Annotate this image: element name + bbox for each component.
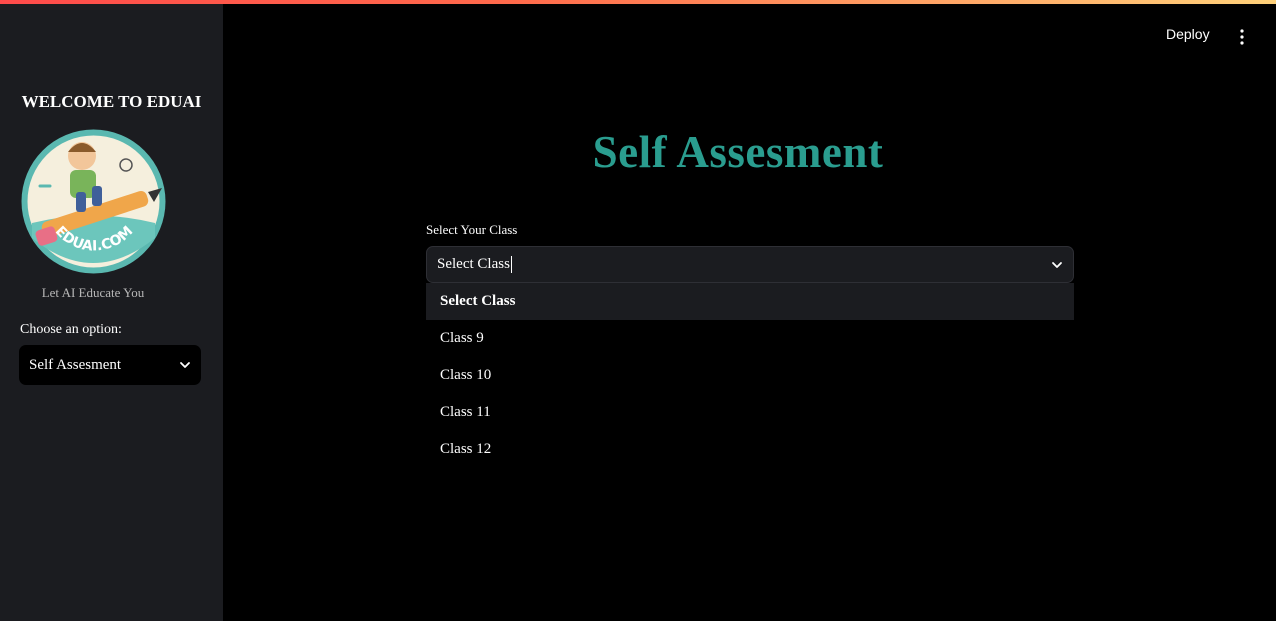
class-select-value: Select Class (437, 255, 510, 272)
class-option[interactable]: Class 12 (426, 431, 1074, 468)
sidebar-title: WELCOME TO EDUAI (21, 92, 202, 111)
kebab-menu-icon[interactable] (1234, 27, 1250, 47)
chevron-down-icon (1052, 261, 1062, 268)
chevron-down-icon (180, 362, 190, 368)
class-select[interactable]: Select Class (426, 246, 1074, 283)
sidebar: WELCOME TO EDUAI EDUAI.COM Let AI Educat… (0, 4, 223, 621)
window-edge (1276, 0, 1280, 621)
choose-option-label: Choose an option: (20, 322, 122, 337)
class-dropdown-list: Select Class Class 9 Class 10 Class 11 C… (426, 283, 1074, 468)
class-option[interactable]: Class 9 (426, 320, 1074, 357)
text-cursor (510, 256, 512, 274)
page-title: Self Assesment (592, 127, 884, 177)
class-option[interactable]: Class 11 (426, 394, 1074, 431)
class-option[interactable]: Select Class (426, 283, 1074, 320)
deploy-button[interactable]: Deploy (1166, 26, 1210, 42)
class-select-label: Select Your Class (426, 222, 518, 237)
class-option[interactable]: Class 10 (426, 357, 1074, 394)
eduai-logo: EDUAI.COM (21, 129, 166, 274)
option-select[interactable]: Self Assesment (19, 345, 201, 385)
sidebar-tagline: Let AI Educate You (41, 285, 145, 300)
option-select-value: Self Assesment (29, 356, 122, 373)
